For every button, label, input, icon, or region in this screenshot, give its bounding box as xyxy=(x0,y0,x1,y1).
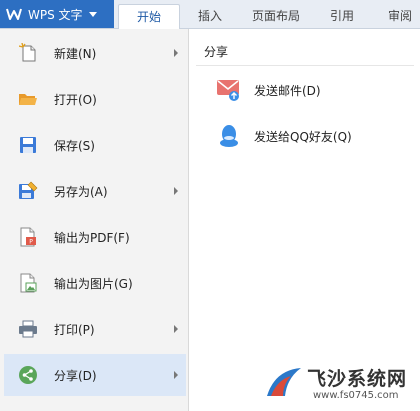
menu-item-save-as[interactable]: 另存为(A) xyxy=(4,170,186,212)
menu-item-export-image[interactable]: 输出为图片(G) xyxy=(4,262,186,304)
app-menu-button[interactable]: WPS 文字 xyxy=(0,0,114,28)
menu-item-label: 分享(D) xyxy=(54,368,97,383)
panel-title: 分享 xyxy=(204,45,229,59)
share-icon xyxy=(18,365,38,385)
watermark-logo-icon xyxy=(265,366,303,403)
new-document-icon xyxy=(18,43,38,63)
menu-item-label: 输出为PDF(F) xyxy=(54,230,130,245)
tab-page-layout[interactable]: 页面布局 xyxy=(244,4,308,28)
export-pdf-icon: P xyxy=(18,227,38,247)
ribbon-tab-bar: WPS 文字 开始 插入 页面布局 引用 审阅 xyxy=(0,0,420,29)
watermark: 飞沙系统网 www.fs0745.com xyxy=(265,362,415,408)
chevron-right-icon xyxy=(174,325,178,333)
svg-text:P: P xyxy=(29,239,33,246)
divider xyxy=(196,65,414,66)
share-item-label: 发送邮件(D) xyxy=(254,83,321,98)
save-as-icon xyxy=(18,181,38,201)
tab-review[interactable]: 审阅 xyxy=(380,4,420,28)
export-image-icon xyxy=(18,273,38,293)
save-icon xyxy=(18,135,38,155)
tab-references[interactable]: 引用 xyxy=(322,4,362,28)
menu-item-label: 新建(N) xyxy=(54,46,97,61)
chevron-down-icon xyxy=(88,11,97,17)
mail-icon xyxy=(216,77,242,103)
file-menu: 新建(N) 打开(O) 保存(S) 另存为(A) P 输出为PDF(F) 输出为… xyxy=(0,29,189,411)
folder-open-icon xyxy=(18,89,38,109)
watermark-brand: 飞沙系统网 xyxy=(307,368,408,390)
printer-icon xyxy=(18,319,38,339)
share-item-label: 发送给QQ好友(Q) xyxy=(254,129,352,144)
chevron-right-icon xyxy=(174,187,178,195)
wps-logo-icon xyxy=(6,6,22,22)
chevron-right-icon xyxy=(174,49,178,57)
tab-insert[interactable]: 插入 xyxy=(188,4,232,28)
send-qq-button[interactable]: 发送给QQ好友(Q) xyxy=(216,121,352,151)
menu-item-label: 输出为图片(G) xyxy=(54,276,133,291)
menu-item-label: 打开(O) xyxy=(54,92,97,107)
menu-item-save[interactable]: 保存(S) xyxy=(4,124,186,166)
menu-item-export-pdf[interactable]: P 输出为PDF(F) xyxy=(4,216,186,258)
send-email-button[interactable]: 发送邮件(D) xyxy=(216,75,321,105)
app-title: WPS 文字 xyxy=(28,7,83,22)
menu-item-new[interactable]: 新建(N) xyxy=(4,32,186,74)
share-submenu-panel: 分享 发送邮件(D) 发送给QQ好友(Q) xyxy=(190,29,420,411)
menu-item-label: 打印(P) xyxy=(54,322,95,337)
menu-item-label: 保存(S) xyxy=(54,138,95,153)
menu-item-open[interactable]: 打开(O) xyxy=(4,78,186,120)
qq-icon xyxy=(216,123,242,149)
menu-item-print[interactable]: 打印(P) xyxy=(4,308,186,350)
menu-item-share[interactable]: 分享(D) xyxy=(4,354,186,396)
chevron-right-icon xyxy=(174,371,178,379)
tab-home[interactable]: 开始 xyxy=(118,4,180,29)
watermark-url: www.fs0745.com xyxy=(313,390,399,401)
menu-item-label: 另存为(A) xyxy=(54,184,108,199)
